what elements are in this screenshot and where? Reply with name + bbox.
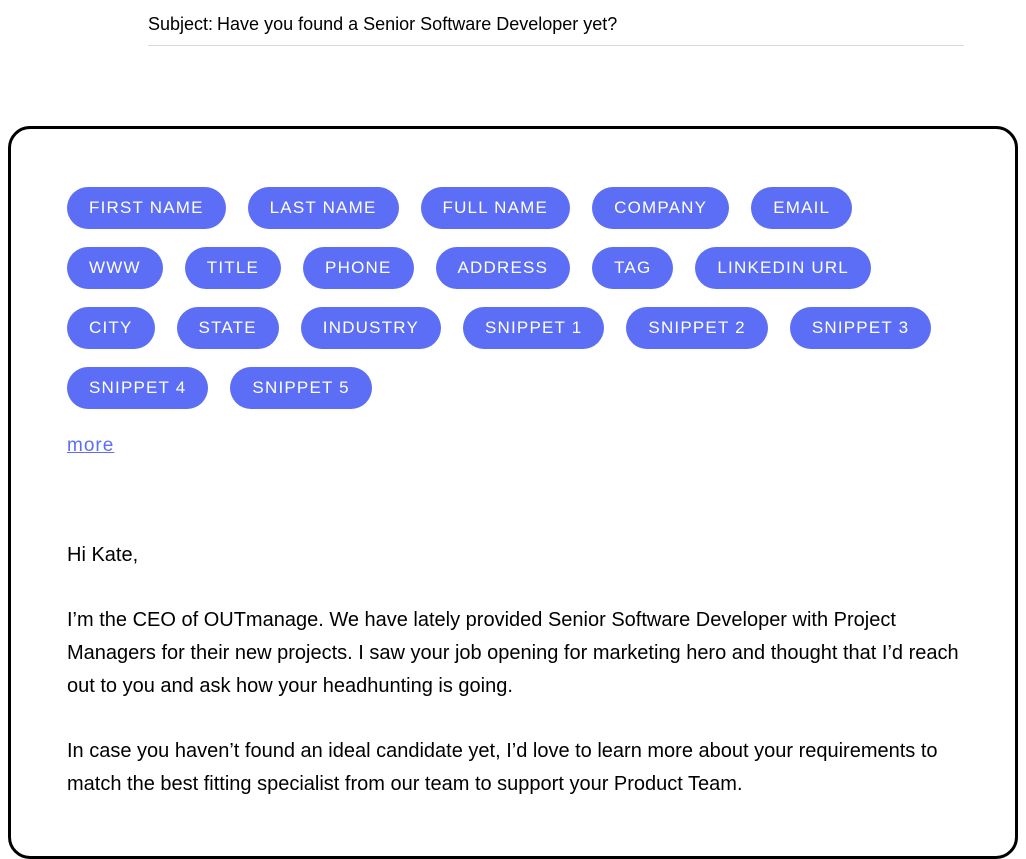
pill-www[interactable]: WWW <box>67 247 163 289</box>
pill-tag[interactable]: TAG <box>592 247 673 289</box>
pill-industry[interactable]: INDUSTRY <box>301 307 441 349</box>
pill-company[interactable]: COMPANY <box>592 187 729 229</box>
editor-card: FIRST NAME LAST NAME FULL NAME COMPANY E… <box>8 126 1018 859</box>
pill-linkedin-url[interactable]: LINKEDIN URL <box>695 247 871 289</box>
pill-state[interactable]: STATE <box>177 307 279 349</box>
pill-email[interactable]: EMAIL <box>751 187 852 229</box>
pill-snippet-4[interactable]: SNIPPET 4 <box>67 367 208 409</box>
pill-address[interactable]: ADDRESS <box>436 247 571 289</box>
merge-tags-container: FIRST NAME LAST NAME FULL NAME COMPANY E… <box>67 187 959 409</box>
pill-title[interactable]: TITLE <box>185 247 281 289</box>
subject-label: Subject: <box>148 14 213 35</box>
pill-last-name[interactable]: LAST NAME <box>248 187 399 229</box>
pill-snippet-3[interactable]: SNIPPET 3 <box>790 307 931 349</box>
subject-text[interactable]: Have you found a Senior Software Develop… <box>217 14 617 35</box>
pill-full-name[interactable]: FULL NAME <box>421 187 571 229</box>
pill-phone[interactable]: PHONE <box>303 247 413 289</box>
pill-snippet-1[interactable]: SNIPPET 1 <box>463 307 604 349</box>
email-paragraph-2: In case you haven’t found an ideal candi… <box>67 735 959 801</box>
more-link[interactable]: more <box>67 435 114 457</box>
subject-bar: Subject: Have you found a Senior Softwar… <box>148 0 964 46</box>
email-paragraph-1: I’m the CEO of OUTmanage. We have lately… <box>67 604 959 703</box>
pill-city[interactable]: CITY <box>67 307 155 349</box>
email-greeting: Hi Kate, <box>67 539 959 572</box>
pill-snippet-5[interactable]: SNIPPET 5 <box>230 367 371 409</box>
pill-snippet-2[interactable]: SNIPPET 2 <box>626 307 767 349</box>
pill-first-name[interactable]: FIRST NAME <box>67 187 226 229</box>
email-body[interactable]: Hi Kate, I’m the CEO of OUTmanage. We ha… <box>67 539 959 801</box>
